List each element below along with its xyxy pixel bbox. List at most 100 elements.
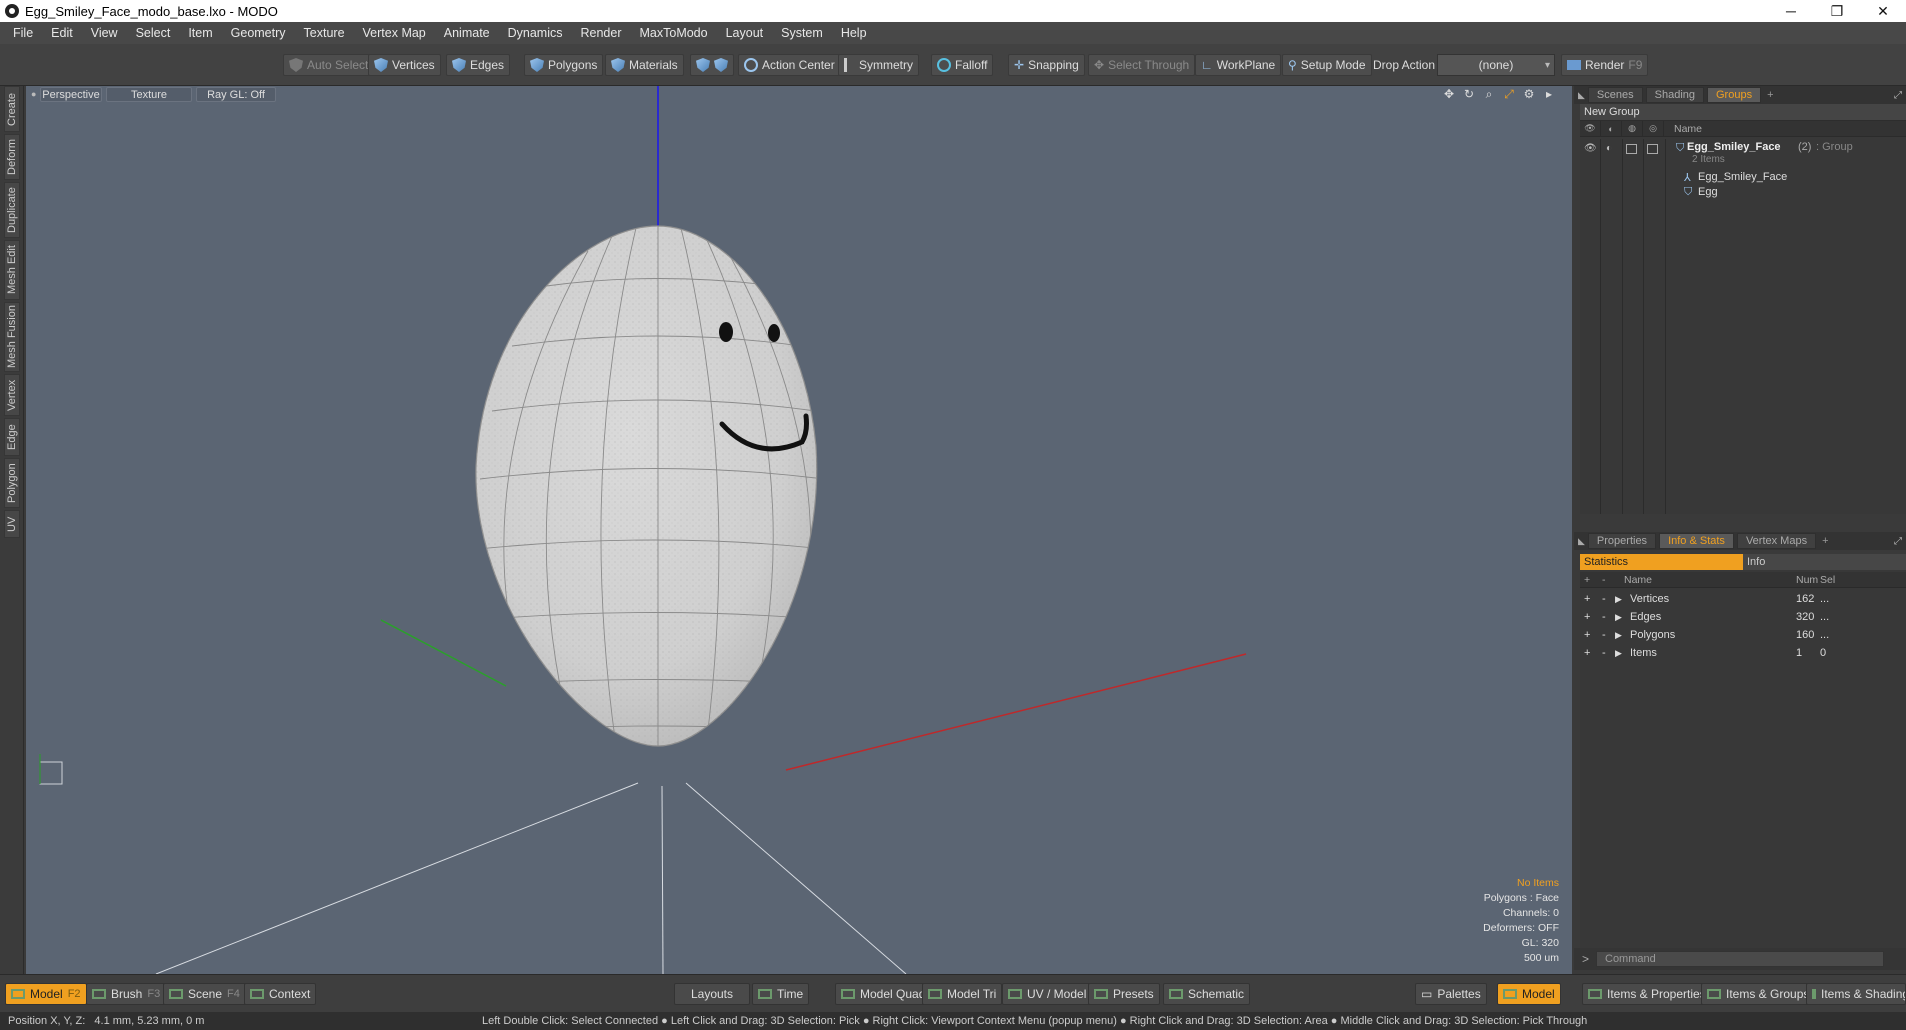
uv-model-button[interactable]: UV / Model xyxy=(1002,983,1093,1005)
fit-icon[interactable]: ⤢ xyxy=(1502,87,1516,101)
stats-row[interactable]: + - ▶ Items 1 0 xyxy=(1580,644,1906,662)
render-button[interactable]: Render F9 xyxy=(1561,54,1649,76)
menu-select[interactable]: Select xyxy=(127,26,180,40)
vertices-button[interactable]: Vertices xyxy=(368,54,441,76)
visibility-eye-icon[interactable]: 👁 xyxy=(1584,143,1597,154)
minimize-icon[interactable]: ─ xyxy=(1768,0,1814,22)
model-layout-button[interactable]: Model F2 xyxy=(5,983,87,1005)
view-texture-button[interactable]: Texture xyxy=(106,87,192,102)
stats-row[interactable]: + - ▶ Edges 320 ... xyxy=(1580,608,1906,626)
stats-row[interactable]: + - ▶ Vertices 162 ... xyxy=(1580,590,1906,608)
menu-vertex-map[interactable]: Vertex Map xyxy=(354,26,435,40)
group-child-row[interactable]: ⅄ Egg_Smiley_Face xyxy=(1580,169,1906,185)
menu-render[interactable]: Render xyxy=(572,26,631,40)
model-quad-button[interactable]: Model Quad xyxy=(835,983,932,1005)
add-tab-icon[interactable]: + xyxy=(1822,535,1828,547)
group-child-row[interactable]: ⛉ Egg xyxy=(1580,184,1906,200)
tab-uv[interactable]: UV xyxy=(4,510,20,538)
tab-info-stats[interactable]: Info & Stats xyxy=(1659,533,1734,549)
context-layout-button[interactable]: Context xyxy=(244,983,317,1005)
tab-properties[interactable]: Properties xyxy=(1587,533,1657,549)
expand-all-icon[interactable]: + xyxy=(1584,572,1590,587)
expand-arrow-icon[interactable]: ▶ xyxy=(1615,608,1622,626)
settings-gear-icon[interactable]: ⚙ xyxy=(1522,87,1536,101)
select-through-button[interactable]: ✥ Select Through xyxy=(1088,54,1196,76)
select-checkbox[interactable] xyxy=(1647,144,1658,154)
maximize-panel-icon[interactable]: ⤢ xyxy=(1894,536,1902,547)
model-tab-button[interactable]: Model xyxy=(1497,983,1561,1005)
menu-view[interactable]: View xyxy=(82,26,127,40)
restore-icon[interactable]: ❐ xyxy=(1814,0,1860,22)
menu-item[interactable]: Item xyxy=(179,26,221,40)
command-input[interactable]: Command xyxy=(1596,951,1884,967)
layouts-button[interactable]: Layouts xyxy=(674,983,750,1005)
tab-vertex-maps[interactable]: Vertex Maps xyxy=(1736,533,1817,549)
selection-sets-button[interactable] xyxy=(690,54,734,76)
menu-texture[interactable]: Texture xyxy=(295,26,354,40)
tab-statistics[interactable]: Statistics xyxy=(1580,554,1743,570)
tab-polygon[interactable]: Polygon xyxy=(4,458,20,508)
tab-info[interactable]: Info xyxy=(1743,554,1906,570)
menu-system[interactable]: System xyxy=(772,26,832,40)
tab-vertex[interactable]: Vertex xyxy=(4,374,20,416)
tab-shading[interactable]: Shading xyxy=(1645,87,1704,103)
expand-arrow-icon[interactable]: ▶ xyxy=(1615,590,1622,608)
setup-mode-button[interactable]: ⚲ Setup Mode xyxy=(1282,54,1372,76)
palettes-button[interactable]: ▭ Palettes xyxy=(1415,983,1487,1005)
stats-row[interactable]: + - ▶ Polygons 160 ... xyxy=(1580,626,1906,644)
viewport-menu-dot[interactable]: ● xyxy=(31,89,36,99)
workplane-button[interactable]: ∟ WorkPlane xyxy=(1195,54,1282,76)
brush-layout-button[interactable]: Brush F3 xyxy=(86,983,167,1005)
items-shading-button[interactable]: Items & Shading xyxy=(1806,983,1906,1005)
collapse-all-icon[interactable]: - xyxy=(1602,572,1606,587)
tab-edge[interactable]: Edge xyxy=(4,418,20,456)
presets-button[interactable]: Presets xyxy=(1088,983,1160,1005)
snapping-button[interactable]: ✛ Snapping xyxy=(1008,54,1085,76)
close-icon[interactable]: ✕ xyxy=(1860,0,1906,22)
tab-mesh-fusion[interactable]: Mesh Fusion xyxy=(4,302,20,372)
egg-mesh[interactable] xyxy=(475,225,824,747)
symmetry-button[interactable]: Symmetry xyxy=(838,54,919,76)
maximize-panel-icon[interactable]: ⤢ xyxy=(1894,90,1902,101)
menu-maxtomodo[interactable]: MaxToModo xyxy=(631,26,717,40)
items-groups-button[interactable]: Items & Groups xyxy=(1701,983,1816,1005)
zoom-icon[interactable]: ⌕ xyxy=(1482,87,1496,101)
menu-dynamics[interactable]: Dynamics xyxy=(499,26,572,40)
view-perspective-button[interactable]: Perspective xyxy=(40,87,102,102)
menu-edit[interactable]: Edit xyxy=(42,26,82,40)
tab-mesh-edit[interactable]: Mesh Edit xyxy=(4,240,20,300)
menu-geometry[interactable]: Geometry xyxy=(222,26,295,40)
materials-button[interactable]: Materials xyxy=(605,54,684,76)
menu-animate[interactable]: Animate xyxy=(435,26,499,40)
falloff-button[interactable]: Falloff xyxy=(931,54,994,76)
time-button[interactable]: Time xyxy=(752,983,810,1005)
menu-layout[interactable]: Layout xyxy=(717,26,773,40)
expand-arrow-icon[interactable]: ▸ xyxy=(1542,87,1556,101)
raygl-button[interactable]: Ray GL: Off xyxy=(196,87,276,102)
menu-help[interactable]: Help xyxy=(832,26,876,40)
tab-create[interactable]: Create xyxy=(4,86,20,132)
render-toggle-icon[interactable]: ◐ xyxy=(1606,143,1612,154)
group-row[interactable]: 👁 ◐ ⛉ Egg_Smiley_Face (2) : Group 2 Item… xyxy=(1580,140,1906,168)
panel-menu-icon[interactable]: ◣ xyxy=(1578,90,1585,101)
tab-groups[interactable]: Groups xyxy=(1707,87,1762,103)
tab-deform[interactable]: Deform xyxy=(4,134,20,180)
lock-checkbox[interactable] xyxy=(1626,144,1637,154)
auto-select-button[interactable]: Auto Select xyxy=(283,54,375,76)
3d-viewport[interactable]: ● Perspective Texture Ray GL: Off ✥ ↻ ⌕ … xyxy=(26,86,1572,974)
expand-arrow-icon[interactable]: ▶ xyxy=(1615,644,1622,662)
tab-scenes[interactable]: Scenes xyxy=(1587,87,1643,103)
rotate-icon[interactable]: ↻ xyxy=(1462,87,1476,101)
schematic-button[interactable]: Schematic xyxy=(1163,983,1251,1005)
tab-duplicate[interactable]: Duplicate xyxy=(4,182,20,238)
pan-icon[interactable]: ✥ xyxy=(1442,87,1456,101)
action-center-button[interactable]: Action Center xyxy=(738,54,841,76)
menu-file[interactable]: File xyxy=(4,26,42,40)
items-properties-button[interactable]: Items & Properties xyxy=(1582,983,1712,1005)
scene-layout-button[interactable]: Scene F4 xyxy=(163,983,246,1005)
add-tab-icon[interactable]: + xyxy=(1767,89,1773,101)
new-group-button[interactable]: New Group xyxy=(1580,104,1906,121)
expand-arrow-icon[interactable]: ▶ xyxy=(1615,626,1622,644)
model-tri-button[interactable]: Model Tri xyxy=(922,983,1003,1005)
polygons-button[interactable]: Polygons xyxy=(524,54,604,76)
